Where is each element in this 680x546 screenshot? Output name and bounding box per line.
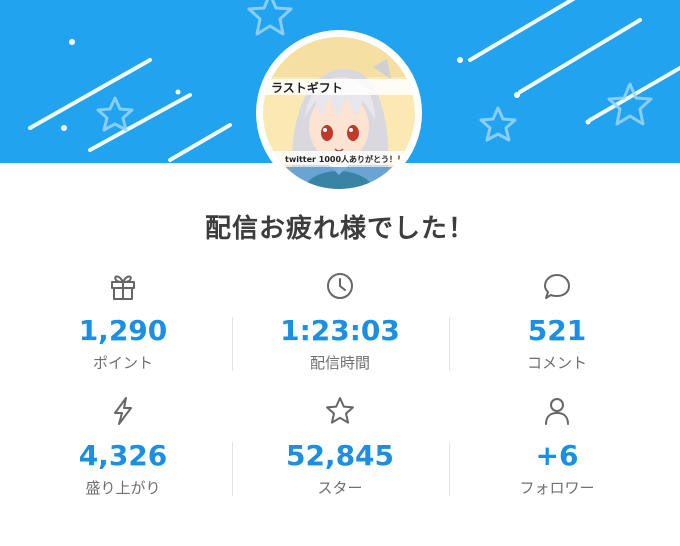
- stat-value: 1:23:03: [280, 314, 400, 347]
- stat-points: 1,290 ポイント: [15, 262, 231, 382]
- stats-grid: 1,290 ポイント 1:23:03 配信時間 521 コメント 4,326 盛: [15, 262, 665, 512]
- person-icon: [545, 398, 569, 425]
- stat-label: 配信時間: [309, 354, 370, 372]
- divider: [232, 317, 233, 371]
- stat-label: コメント: [526, 354, 587, 372]
- comment-icon: [544, 274, 570, 299]
- stat-stars: 52,845 スター: [232, 387, 448, 507]
- stat-label: ポイント: [92, 354, 153, 372]
- stat-value: +6: [535, 439, 579, 472]
- stat-label: 盛り上がり: [85, 479, 161, 497]
- page-title: 配信お疲れ様でした！: [204, 214, 475, 244]
- stat-comments: 521 コメント: [449, 262, 665, 382]
- stat-label: スター: [317, 479, 363, 497]
- avatar[interactable]: ラストギフト twitter 1000人ありがとう！！: [263, 37, 415, 189]
- avatar-banner-text: ラストギフト: [271, 80, 343, 95]
- lightning-icon: [114, 397, 132, 425]
- divider: [449, 442, 450, 496]
- gift-icon: [111, 275, 135, 300]
- avatar-illustration: ラストギフト twitter 1000人ありがとう！！: [263, 37, 415, 189]
- clock-icon: [327, 273, 353, 299]
- divider: [232, 442, 233, 496]
- star-icon: [326, 397, 354, 424]
- divider: [449, 317, 450, 371]
- stat-label: フォロワー: [519, 479, 595, 497]
- stat-duration: 1:23:03 配信時間: [232, 262, 448, 382]
- stat-value: 4,326: [78, 439, 168, 472]
- stat-value: 52,845: [285, 439, 395, 472]
- avatar-caption: twitter 1000人ありがとう！！: [285, 154, 405, 164]
- stat-followers: +6 フォロワー: [449, 387, 665, 507]
- stat-excitement: 4,326 盛り上がり: [15, 387, 231, 507]
- stat-value: 1,290: [78, 314, 168, 347]
- stat-value: 521: [527, 314, 587, 347]
